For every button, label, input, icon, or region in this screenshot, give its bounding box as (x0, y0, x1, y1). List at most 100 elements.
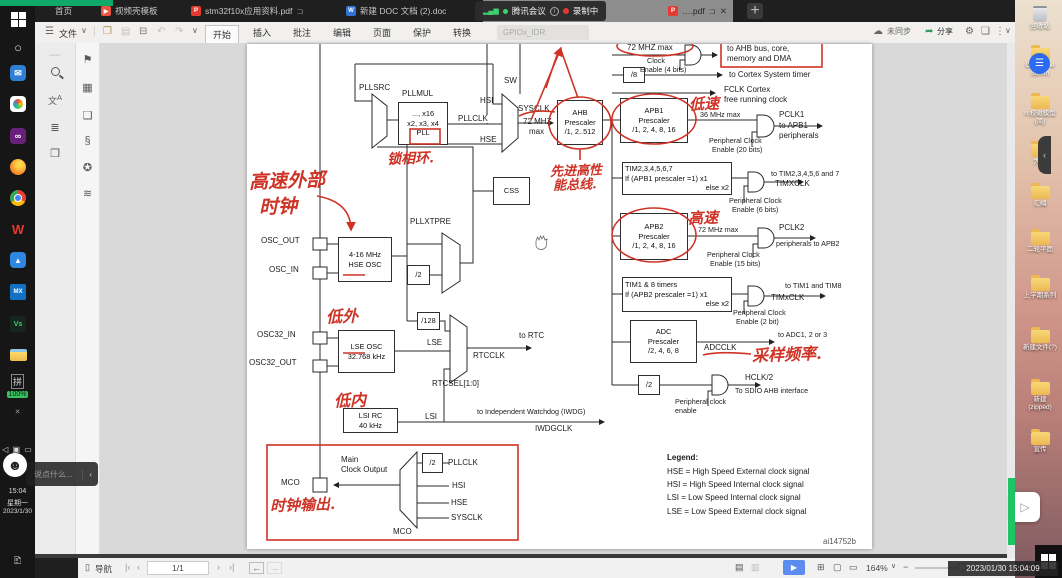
two-page-icon[interactable]: ▥ (751, 562, 760, 573)
layers-icon[interactable]: ≋ (76, 187, 99, 200)
cubemx-icon[interactable]: MX (9, 283, 27, 301)
label: IWDGCLK (535, 425, 572, 433)
pin-icon[interactable]: ⊐ (296, 6, 303, 17)
wps-assistant-button[interactable]: ☰ (1029, 53, 1050, 74)
bookmark-icon[interactable]: ⚑ (76, 53, 99, 66)
tab-edit[interactable]: 编辑 (333, 26, 351, 39)
read-mode-icon[interactable]: ❒ (35, 147, 75, 160)
gear-icon[interactable]: ⚙ (965, 26, 974, 37)
first-page-icon[interactable]: |‹ (125, 562, 130, 572)
drag-handle[interactable]: — (35, 49, 75, 61)
attachment-icon[interactable]: § (76, 135, 99, 147)
battery-indicator[interactable]: 100% (0, 391, 35, 398)
tab-page[interactable]: 页面 (373, 26, 391, 39)
tab-protect[interactable]: 保护 (413, 26, 431, 39)
chrome-icon[interactable] (9, 189, 27, 207)
rotate-icon[interactable]: ▭ (849, 562, 858, 573)
hand-cursor (536, 236, 547, 250)
single-page-icon[interactable]: ▤ (735, 562, 744, 573)
start-button[interactable] (9, 10, 27, 28)
label: TIMxCLK (771, 294, 804, 302)
undo-icon[interactable]: ↶ (157, 26, 165, 37)
desktop-icon-folder[interactable]: 上学期系列 (1021, 278, 1059, 300)
file-menu[interactable]: 文件 (59, 27, 77, 40)
wps-icon[interactable]: W (9, 220, 27, 238)
fit-page-icon[interactable]: ▢ (833, 562, 842, 573)
nav-label[interactable]: 导航 (95, 563, 112, 575)
desktop-icon-folder[interactable]: rc校磁模型(简) (1021, 96, 1059, 126)
tab-stm32-pdf[interactable]: Pstm32f10x应用资料.pdf⊐ (185, 0, 310, 22)
desktop-icon-folder[interactable]: 汇编 (1021, 186, 1059, 208)
label: to ADC1, 2 or 3 (778, 331, 827, 338)
sidebar-toggle[interactable]: ‹ (1038, 136, 1051, 174)
label: to TIM1 and TIM8 (785, 282, 841, 289)
forward-icon[interactable]: → (267, 562, 282, 574)
pdf-icon: P (191, 6, 201, 16)
comment-icon[interactable]: ❑ (76, 109, 99, 122)
tray-close-icon[interactable]: ✕ (0, 408, 35, 416)
meeting-recording-overlay[interactable]: ▂▄▆ 腾讯会议 i 录制中 (475, 1, 606, 21)
next-page-icon[interactable]: › (217, 562, 220, 572)
mail-app-icon[interactable]: ✉ (9, 64, 27, 82)
teambition-icon[interactable]: ▲ (9, 251, 27, 269)
stamp-icon[interactable]: ✪ (76, 161, 99, 174)
tab-doc[interactable]: W新建 DOC 文档 (2).doc (340, 0, 452, 22)
prev-page-icon[interactable]: ‹ (137, 562, 140, 572)
search-doc-icon[interactable] (51, 67, 60, 76)
zoom-out-icon[interactable]: − (903, 562, 908, 572)
danmaku-placeholder[interactable]: 说点什么... (26, 469, 82, 480)
snapshot-icon[interactable]: ▦ (76, 81, 99, 94)
search-taskbar-icon[interactable]: ○ (9, 38, 27, 56)
nav-panel-icon[interactable]: ▯ (85, 562, 90, 573)
comment-bubble-icon[interactable]: ❑ (981, 26, 990, 37)
zoom-dropdown-icon[interactable]: ∨ (891, 562, 896, 570)
collapse-ribbon-icon[interactable]: ∨ (1005, 26, 1011, 35)
print-icon[interactable]: ⊟ (139, 26, 147, 37)
share-label[interactable]: 分享 (937, 26, 953, 37)
desktop-icon-folder[interactable]: 二轮平面 (1021, 232, 1059, 254)
hamburger-icon[interactable]: ☰ (45, 26, 54, 37)
play-slideshow-button[interactable]: ▶ (783, 560, 805, 575)
tab-start[interactable]: 开始 (205, 25, 239, 44)
more-vertical-icon[interactable]: ⋮ (995, 26, 1005, 37)
last-page-icon[interactable]: ›| (229, 562, 234, 572)
doc-icon: W (346, 6, 356, 16)
desktop-icon-folder[interactable]: 新建文件(?) (1021, 330, 1059, 352)
save-icon[interactable]: ▤ (121, 26, 130, 37)
redo-icon[interactable]: ↷ (175, 26, 183, 37)
settings-sliders-icon[interactable]: ≣ (35, 121, 75, 134)
chevron-down-icon[interactable]: ∨ (81, 26, 87, 35)
cloud-icon[interactable]: ☁ (873, 26, 883, 37)
desktop-icon-recycle[interactable]: 回收站 (1021, 6, 1059, 31)
meeting-app-icon[interactable] (9, 95, 27, 113)
vscode-green-icon[interactable]: Vs (9, 315, 27, 333)
open-icon[interactable]: ❐ (103, 26, 112, 37)
back-icon[interactable]: ← (249, 562, 264, 574)
close-tab-icon[interactable]: ✕ (720, 6, 727, 17)
tab-insert[interactable]: 插入 (253, 26, 271, 39)
desktop-icon-folder[interactable]: 宣传 (1021, 432, 1059, 454)
action-center-icon[interactable]: 🗈 (0, 552, 35, 571)
share-icon[interactable]: ➦ (925, 26, 933, 37)
search-input[interactable]: GPIOx_IDR (497, 25, 589, 40)
zoom-level[interactable]: 164% (866, 563, 888, 573)
firefox-icon[interactable] (9, 158, 27, 176)
tab-comment[interactable]: 批注 (293, 26, 311, 39)
emoji-overlay-icon[interactable]: ☻ (3, 453, 27, 477)
tab-convert[interactable]: 转换 (453, 26, 471, 39)
ime-indicator[interactable]: 拼 (11, 374, 24, 389)
collapse-overlay-icon[interactable]: ‹ (82, 470, 98, 479)
new-tab-button[interactable]: + (747, 3, 763, 19)
chevron-down-icon[interactable]: ∨ (192, 26, 198, 35)
visual-studio-icon[interactable]: ∞ (9, 127, 27, 145)
danmaku-input-overlay[interactable]: 说点什么... ‹ (26, 462, 98, 486)
label: PCLK2 (779, 224, 804, 232)
pin-icon[interactable]: ⊐ (709, 6, 716, 17)
page-indicator[interactable]: 1/1 (147, 561, 209, 575)
translate-icon[interactable]: 文A (35, 93, 75, 107)
status-bar: ▯ 导航 |‹ ‹ 1/1 › ›| ← → ▤ ▥ ▶ ⊞ ▢ ▭ 164% … (35, 558, 1015, 578)
document-area[interactable]: ..., x16x2, x3, x4PLL AHBPrescaler/1, 2.… (100, 43, 1007, 558)
fit-width-icon[interactable]: ⊞ (817, 562, 825, 573)
desktop-icon-folder[interactable]: 新建 (zipped) (1021, 382, 1059, 412)
file-explorer-icon[interactable] (9, 346, 27, 364)
